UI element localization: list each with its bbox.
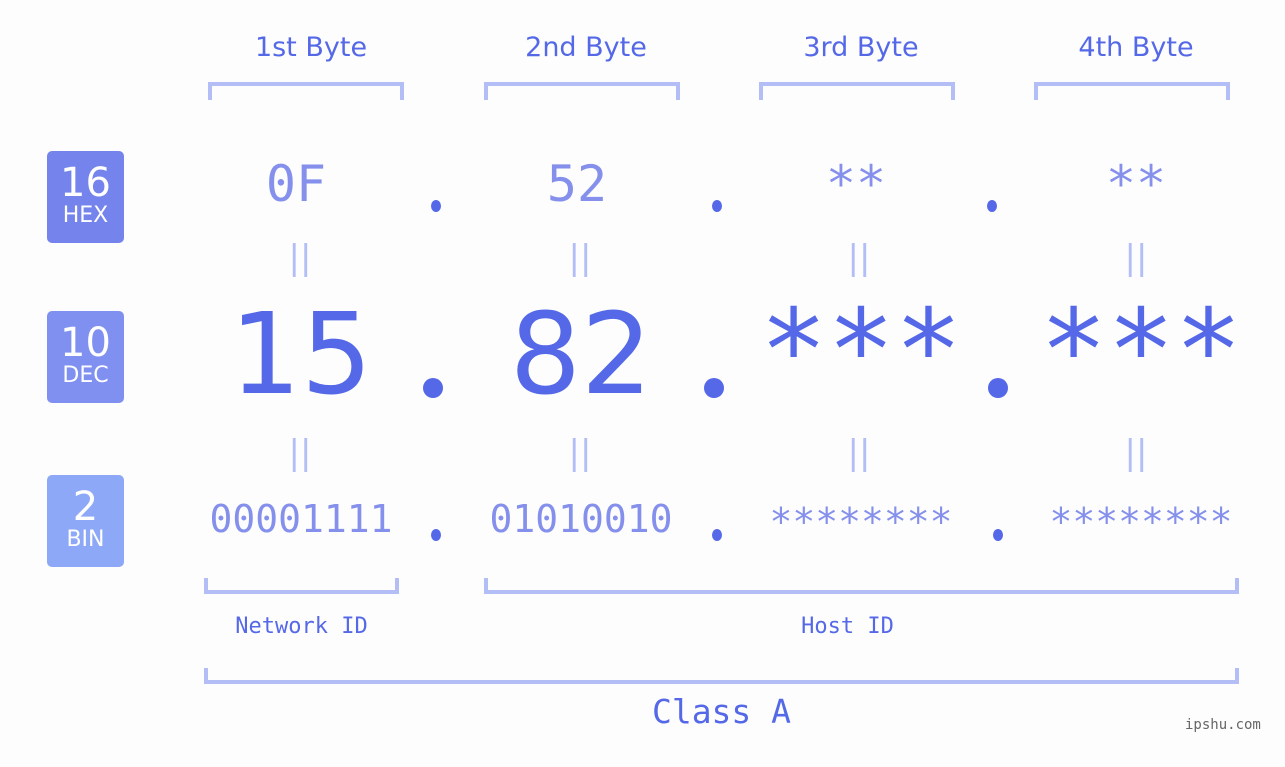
hex-value-2: 52 [546,155,608,213]
byte-bracket-3 [759,82,955,100]
bin-dot-1 [431,529,441,541]
bin-dot-2 [712,529,722,541]
dec-dot-2 [704,378,724,398]
host-id-label: Host ID [801,614,894,639]
hex-base: 16 [60,160,111,206]
bin-base: 2 [72,484,99,530]
byte-header-1: 1st Byte [254,32,368,63]
hex-label: HEX [62,203,109,228]
bin-value-3: ******** [769,500,953,544]
hex-badge: 16 HEX [47,151,124,243]
byte-header-3: 3rd Byte [803,32,919,63]
bin-badge: 2 BIN [47,475,124,567]
byte-bracket-4 [1034,82,1230,100]
dec-dot-1 [423,378,443,398]
bin-value-1: 00001111 [209,497,393,541]
watermark: ipshu.com [1185,717,1261,733]
dec-value-2: 82 [509,290,653,420]
network-id-label: Network ID [235,614,368,639]
equals-sign: || [288,238,312,278]
equals-sign: || [568,238,592,278]
hex-dot-1 [431,200,441,212]
dec-base: 10 [60,320,111,366]
bin-value-4: ******** [1049,500,1233,544]
dec-value-3: *** [759,286,963,416]
byte-bracket-1 [208,82,404,100]
byte-header-2: 2nd Byte [525,32,647,63]
hex-value-4: ** [1105,155,1167,213]
network-id-bracket [204,578,399,594]
equals-sign: || [288,433,312,473]
equals-sign: || [568,433,592,473]
bin-value-2: 01010010 [489,497,673,541]
bin-label: BIN [66,527,105,552]
dec-value-4: *** [1039,286,1243,416]
equals-sign: || [1124,433,1148,473]
hex-dot-3 [987,200,997,212]
hex-value-3: ** [825,155,887,213]
dec-dot-3 [988,378,1008,398]
class-bracket [204,668,1239,684]
hex-value-1: 0F [265,155,327,213]
dec-badge: 10 DEC [47,311,124,403]
hex-dot-2 [712,200,722,212]
equals-sign: || [847,238,871,278]
equals-sign: || [847,433,871,473]
host-id-bracket [484,578,1239,594]
class-label: Class A [651,692,792,731]
equals-sign: || [1124,238,1148,278]
byte-header-4: 4th Byte [1078,32,1194,63]
byte-bracket-2 [484,82,680,100]
bin-dot-3 [993,529,1003,541]
dec-value-1: 15 [229,290,373,420]
dec-label: DEC [62,363,109,388]
